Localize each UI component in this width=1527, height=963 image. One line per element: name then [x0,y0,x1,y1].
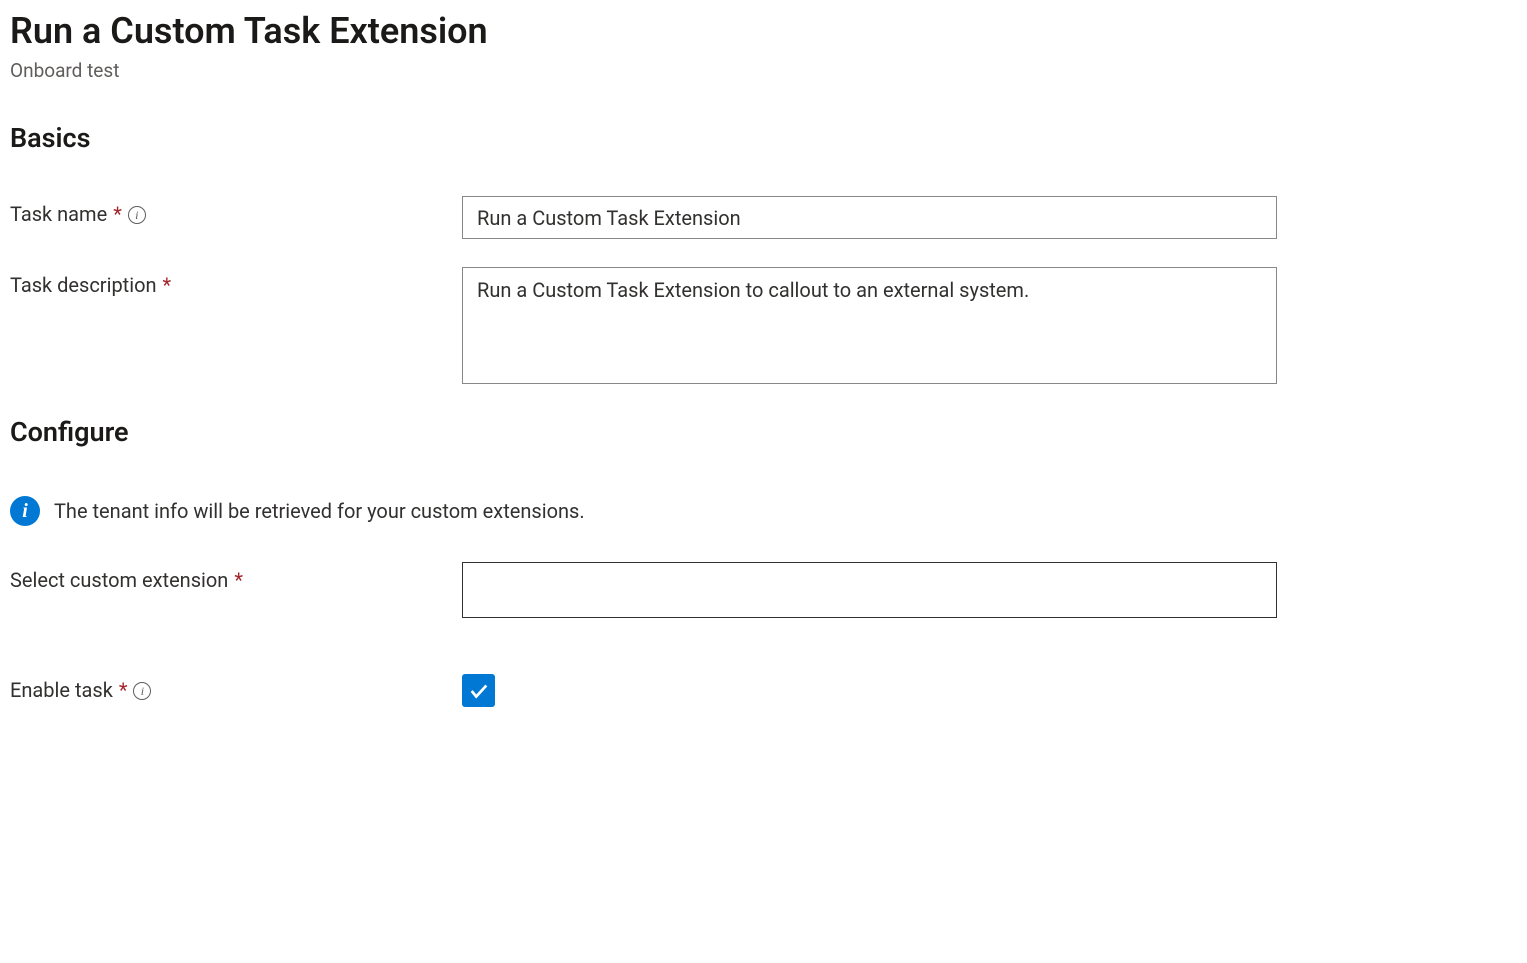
required-asterisk: * [163,273,172,297]
select-extension-input[interactable] [462,562,1277,618]
task-name-label: Task name [10,202,107,226]
required-asterisk: * [119,678,128,702]
info-icon[interactable] [133,682,151,700]
info-icon [10,496,40,526]
select-extension-label: Select custom extension [10,568,228,592]
basics-heading: Basics [10,122,1517,154]
checkmark-icon [468,680,490,702]
enable-task-row: Enable task * [10,674,1517,707]
task-name-row: Task name * [10,196,1517,239]
info-message: The tenant info will be retrieved for yo… [10,496,1517,526]
page-title: Run a Custom Task Extension [10,10,1517,53]
task-description-label: Task description [10,273,157,297]
task-description-row: Task description * [10,267,1517,388]
enable-task-checkbox[interactable] [462,674,495,707]
task-name-input[interactable] [462,196,1277,239]
required-asterisk: * [113,202,122,226]
required-asterisk: * [234,568,243,592]
page-subtitle: Onboard test [10,59,1517,82]
configure-heading: Configure [10,416,1517,448]
info-message-text: The tenant info will be retrieved for yo… [54,499,585,523]
enable-task-label: Enable task [10,678,113,702]
task-description-input[interactable] [462,267,1277,384]
info-icon[interactable] [128,206,146,224]
select-extension-row: Select custom extension * [10,562,1517,618]
